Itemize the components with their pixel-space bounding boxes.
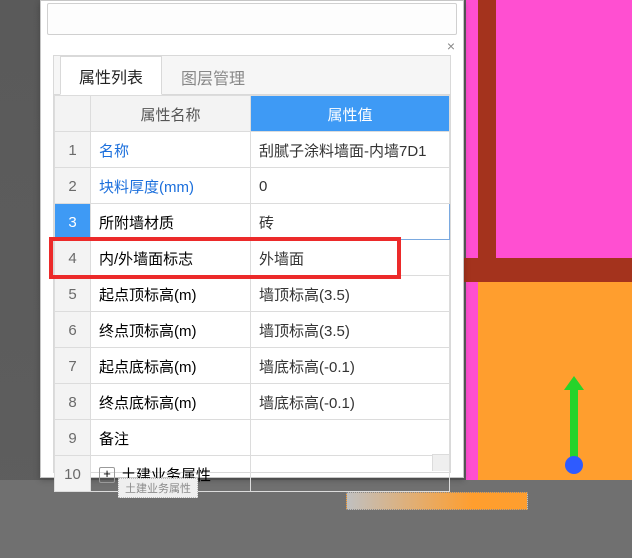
tab-strip: 属性列表 图层管理 [54,56,450,95]
table-row[interactable]: 1名称刮腻子涂料墙面-内墙7D1 [55,132,450,168]
table-row[interactable]: 9备注 [55,420,450,456]
ghost-label: 土建业务属性 [118,478,198,498]
property-value-cell[interactable]: 墙底标高(-0.1) [251,348,450,384]
row-number[interactable]: 5 [55,276,91,312]
property-value-cell[interactable]: 砖 [251,204,450,240]
table-row[interactable]: 7起点底标高(m)墙底标高(-0.1) [55,348,450,384]
property-name-cell[interactable]: 所附墙材质 [91,204,251,240]
panel-blank-field[interactable] [47,3,457,35]
axis-origin-icon [565,456,583,474]
property-value-cell[interactable] [251,456,450,492]
expand-icon[interactable]: + [99,467,115,483]
tab-layers[interactable]: 图层管理 [162,57,264,95]
table-row[interactable]: 3所附墙材质砖 [55,204,450,240]
row-number[interactable]: 4 [55,240,91,276]
close-icon[interactable]: × [447,39,455,53]
property-value-cell[interactable]: 墙顶标高(3.5) [251,276,450,312]
cad-ground-strip [346,492,528,510]
row-number[interactable]: 3 [55,204,91,240]
property-name-cell[interactable]: 名称 [91,132,251,168]
table-row[interactable]: 8终点底标高(m)墙底标高(-0.1) [55,384,450,420]
property-value-cell[interactable] [251,420,450,456]
property-sub-panel: 属性列表 图层管理 属性名称 属性值 1名称刮腻子涂料墙面-内墙7D12块料厚度… [53,55,451,473]
grid-header-rownum [55,96,91,132]
row-number[interactable]: 9 [55,420,91,456]
axis-y-icon [570,388,578,458]
property-value-cell[interactable]: 墙顶标高(3.5) [251,312,450,348]
property-value-cell[interactable]: 刮腻子涂料墙面-内墙7D1 [251,132,450,168]
row-number[interactable]: 7 [55,348,91,384]
property-name-cell[interactable]: 内/外墙面标志 [91,240,251,276]
grid-header-name[interactable]: 属性名称 [91,96,251,132]
property-value-cell[interactable]: 0 [251,168,450,204]
property-name-cell[interactable]: 起点底标高(m) [91,348,251,384]
cad-region-orange [478,260,632,490]
row-number[interactable]: 10 [55,456,91,492]
row-number[interactable]: 6 [55,312,91,348]
property-name-cell[interactable]: 终点底标高(m) [91,384,251,420]
property-name-cell[interactable]: 终点顶标高(m) [91,312,251,348]
row-number[interactable]: 1 [55,132,91,168]
cad-wall-horizontal [460,258,632,282]
tab-properties[interactable]: 属性列表 [60,56,162,95]
table-row[interactable]: 4内/外墙面标志外墙面 [55,240,450,276]
property-name-cell[interactable]: 块料厚度(mm) [91,168,251,204]
property-name-cell[interactable]: 起点顶标高(m) [91,276,251,312]
row-number[interactable]: 2 [55,168,91,204]
property-grid: 属性名称 属性值 1名称刮腻子涂料墙面-内墙7D12块料厚度(mm)03所附墙材… [54,95,450,492]
property-value-cell[interactable]: 墙底标高(-0.1) [251,384,450,420]
table-row[interactable]: 2块料厚度(mm)0 [55,168,450,204]
property-name-cell[interactable]: 备注 [91,420,251,456]
grid-header-value[interactable]: 属性值 [251,96,450,132]
grid-header-row: 属性名称 属性值 [55,96,450,132]
table-row[interactable]: 6终点顶标高(m)墙顶标高(3.5) [55,312,450,348]
table-row[interactable]: 10+土建业务属性 [55,456,450,492]
row-number[interactable]: 8 [55,384,91,420]
property-value-cell[interactable]: 外墙面 [251,240,450,276]
property-panel: × 属性列表 图层管理 属性名称 属性值 1名称刮腻子涂料墙面-内墙7D12块料… [40,0,464,478]
scroll-corner [432,454,449,471]
table-row[interactable]: 5起点顶标高(m)墙顶标高(3.5) [55,276,450,312]
